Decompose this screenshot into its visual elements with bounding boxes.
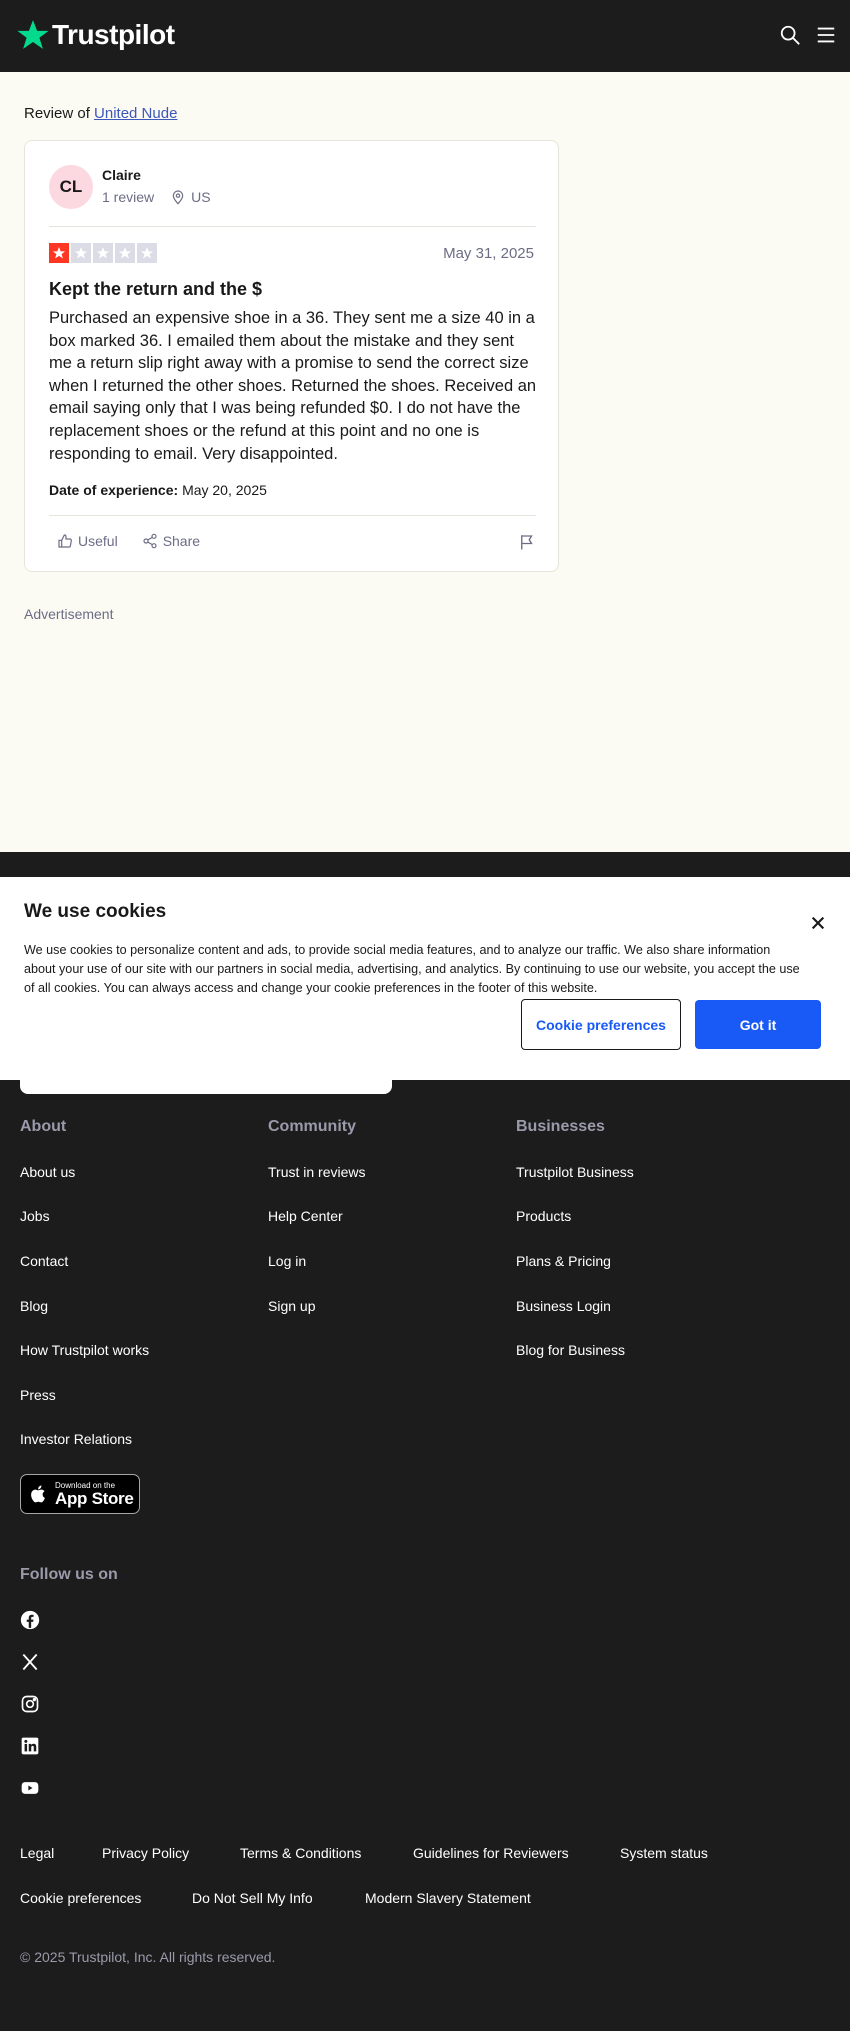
footer-link-press[interactable]: Press — [20, 1387, 56, 1403]
reviewer-country: US — [191, 189, 211, 205]
avatar[interactable]: CL — [49, 165, 93, 209]
footer-link-how-trustpilot-works[interactable]: How Trustpilot works — [20, 1342, 149, 1358]
divider — [49, 515, 536, 516]
footer-link-sign-up[interactable]: Sign up — [268, 1298, 315, 1314]
youtube-icon[interactable] — [20, 1778, 40, 1798]
footer-link-log-in[interactable]: Log in — [268, 1253, 306, 1269]
footer-heading-about: About — [20, 1118, 67, 1135]
footer-link-blog-for-business[interactable]: Blog for Business — [516, 1342, 625, 1358]
footer-legal-link[interactable]: Legal — [20, 1845, 54, 1861]
instagram-icon[interactable] — [20, 1694, 40, 1714]
reviewer-name[interactable]: Claire — [102, 167, 141, 183]
review-date: May 31, 2025 — [443, 245, 534, 262]
star-empty-icon — [137, 243, 157, 263]
app-store-badge[interactable]: Download on the App Store — [20, 1474, 140, 1514]
review-body: Purchased an expensive shoe in a 36. The… — [49, 309, 537, 463]
divider — [49, 226, 536, 227]
footer-link-trustpilot-business[interactable]: Trustpilot Business — [516, 1164, 634, 1180]
site-header: Trustpilot — [0, 0, 850, 72]
footer-link-products[interactable]: Products — [516, 1208, 571, 1224]
date-of-experience-value: May 20, 2025 — [182, 482, 267, 498]
star-empty-icon — [93, 243, 113, 263]
footer-guidelines-link[interactable]: Guidelines for Reviewers — [413, 1845, 569, 1861]
share-button[interactable]: Share — [142, 533, 200, 549]
search-icon[interactable] — [779, 24, 801, 46]
star-rating — [49, 243, 157, 263]
useful-button[interactable]: Useful — [57, 533, 118, 549]
footer-heading-community: Community — [268, 1118, 356, 1135]
cookie-banner-text: We use cookies to personalize content an… — [24, 943, 800, 995]
footer-heading-businesses: Businesses — [516, 1118, 605, 1135]
main-content: Review of United Nude CL Claire 1 review… — [0, 72, 850, 852]
footer-privacy-policy-link[interactable]: Privacy Policy — [102, 1845, 189, 1861]
trustpilot-logo[interactable]: Trustpilot — [16, 18, 175, 52]
footer-do-not-sell-link[interactable]: Do Not Sell My Info — [192, 1890, 313, 1906]
footer-link-investor-relations[interactable]: Investor Relations — [20, 1431, 132, 1447]
footer-link-plans-pricing[interactable]: Plans & Pricing — [516, 1253, 611, 1269]
review-actions: Useful Share — [49, 533, 536, 551]
cookie-banner: We use cookies We use cookies to persona… — [0, 877, 850, 1080]
review-of-prefix: Review of — [24, 105, 90, 122]
cookie-banner-title: We use cookies — [24, 901, 167, 922]
date-of-experience: Date of experience: May 20, 2025 — [49, 482, 267, 498]
star-filled-icon — [49, 243, 69, 263]
copyright: © 2025 Trustpilot, Inc. All rights reser… — [20, 1949, 276, 1965]
footer-cookie-preferences-link[interactable]: Cookie preferences — [20, 1890, 141, 1906]
company-link[interactable]: United Nude — [94, 105, 177, 122]
footer-system-status-link[interactable]: System status — [620, 1845, 708, 1861]
footer-link-contact[interactable]: Contact — [20, 1253, 68, 1269]
star-empty-icon — [115, 243, 135, 263]
cookie-preferences-button[interactable]: Cookie preferences — [521, 999, 681, 1050]
footer-link-business-login[interactable]: Business Login — [516, 1298, 611, 1314]
date-of-experience-label: Date of experience: — [49, 482, 179, 498]
apple-icon — [31, 1485, 45, 1503]
brand-name: Trustpilot — [52, 19, 175, 50]
linkedin-icon[interactable] — [20, 1736, 40, 1756]
got-it-button[interactable]: Got it — [695, 1000, 821, 1049]
review-count: 1 review — [102, 189, 155, 205]
reviewer-meta: 1 review US — [102, 189, 211, 205]
footer-terms-link[interactable]: Terms & Conditions — [240, 1845, 361, 1861]
flag-icon[interactable] — [518, 533, 536, 551]
facebook-icon[interactable] — [20, 1610, 40, 1630]
thumbs-up-icon — [58, 534, 72, 548]
star-empty-icon — [71, 243, 91, 263]
footer-modern-slavery-link[interactable]: Modern Slavery Statement — [365, 1890, 531, 1906]
x-icon[interactable] — [20, 1652, 40, 1672]
review-card: CL Claire 1 review US May 31, 2025 Kept … — [24, 140, 559, 572]
review-title: Kept the return and the $ — [49, 279, 263, 299]
location-pin-icon — [172, 190, 184, 205]
hamburger-menu-icon[interactable] — [815, 24, 837, 46]
share-icon — [143, 533, 157, 549]
advertisement-label: Advertisement — [24, 606, 114, 622]
app-store-big-text: App Store — [55, 1488, 134, 1508]
footer-link-about-us[interactable]: About us — [20, 1164, 75, 1180]
follow-us-heading: Follow us on — [20, 1566, 118, 1583]
footer-link-jobs[interactable]: Jobs — [20, 1208, 50, 1224]
footer-link-trust-in-reviews[interactable]: Trust in reviews — [268, 1164, 366, 1180]
useful-label: Useful — [78, 533, 118, 549]
review-of-line: Review of United Nude — [24, 105, 177, 122]
close-icon[interactable] — [810, 915, 826, 931]
share-label: Share — [162, 533, 201, 549]
trustpilot-star-icon — [17, 20, 49, 49]
footer-link-blog[interactable]: Blog — [20, 1298, 48, 1314]
footer-link-help-center[interactable]: Help Center — [268, 1208, 343, 1224]
